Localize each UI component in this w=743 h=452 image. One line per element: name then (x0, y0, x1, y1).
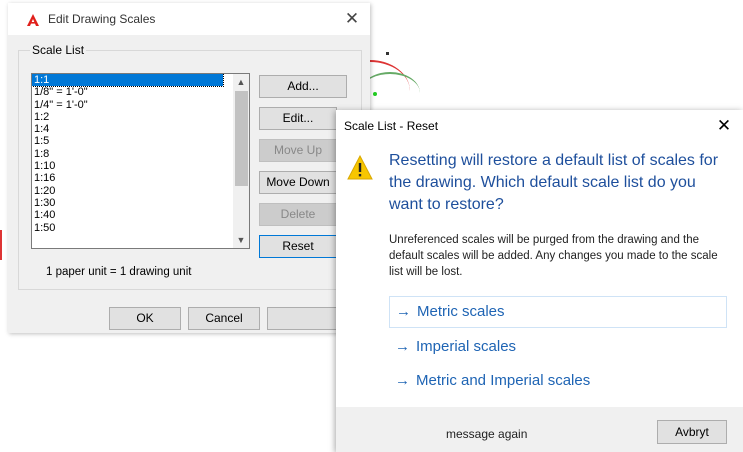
delete-button[interactable]: Delete (259, 203, 337, 226)
scale-list-item[interactable]: 1:20 (32, 185, 249, 197)
drawing-point (373, 92, 377, 96)
scale-list-item[interactable]: 1/8" = 1'-0" (32, 86, 249, 98)
arrow-right-icon: → (395, 338, 410, 355)
arrow-right-icon: → (395, 372, 410, 389)
scale-listbox[interactable]: 1:1 1/8" = 1'-0" 1/4" = 1'-0" 1:2 1:4 1:5 1:8 1… (31, 73, 250, 249)
scale-list-item[interactable]: 1:40 (32, 209, 249, 221)
drawing-point (386, 52, 389, 55)
scale-list-item[interactable]: 1:10 (32, 160, 249, 172)
scale-list-reset-dialog: Scale List - Reset ✕ Resetting will rest… (336, 110, 743, 452)
warning-icon (347, 155, 373, 180)
option-label: Metric scales (417, 303, 505, 320)
scale-list-item[interactable]: 1:1 (32, 74, 224, 88)
scale-list-item[interactable]: 1:8 (32, 148, 249, 160)
reset-heading: Resetting will restore a default list of… (389, 152, 719, 213)
move-up-button[interactable]: Move Up (259, 139, 337, 162)
arrow-right-icon: → (396, 303, 411, 320)
help-button[interactable] (267, 307, 339, 330)
title-bar: Edit Drawing Scales ✕ (8, 3, 370, 35)
scale-list-item[interactable]: 1:4 (32, 123, 249, 135)
scale-list-item[interactable]: 1:5 (32, 135, 249, 147)
imperial-scales-option[interactable]: → Imperial scales (389, 332, 725, 362)
group-label: Scale List (30, 43, 87, 57)
dialog-title: Edit Drawing Scales (48, 12, 156, 26)
scrollbar[interactable]: ▲ ▼ (233, 74, 249, 248)
autocad-logo-icon (26, 13, 40, 27)
dont-show-again-text: message again (446, 427, 528, 441)
chevron-down-icon[interactable]: ▼ (233, 232, 249, 248)
scale-list-item[interactable]: 1:16 (32, 172, 249, 184)
close-icon[interactable]: ✕ (714, 116, 734, 136)
reset-button[interactable]: Reset (259, 235, 337, 258)
edit-button[interactable]: Edit... (259, 107, 337, 130)
reset-description: Unreferenced scales will be purged from … (389, 234, 718, 278)
dialog-title: Scale List - Reset (344, 119, 439, 133)
option-label: Metric and Imperial scales (416, 372, 591, 389)
cancel-button[interactable]: Cancel (188, 307, 260, 330)
scale-list-item[interactable]: 1:30 (32, 197, 249, 209)
metric-and-imperial-scales-option[interactable]: → Metric and Imperial scales (389, 366, 725, 396)
scale-list-item[interactable]: 1:2 (32, 111, 249, 123)
add-button[interactable]: Add... (259, 75, 347, 98)
chevron-up-icon[interactable]: ▲ (233, 74, 249, 90)
ok-button[interactable]: OK (109, 307, 181, 330)
scrollbar-thumb[interactable] (235, 91, 248, 186)
scale-list-item[interactable]: 1/4" = 1'-0" (32, 99, 249, 111)
close-icon[interactable]: ✕ (342, 9, 362, 29)
scale-list-item[interactable]: 1:50 (32, 222, 249, 234)
move-down-button[interactable]: Move Down (259, 171, 337, 194)
metric-scales-option[interactable]: → Metric scales (389, 296, 727, 328)
cancel-button[interactable]: Avbryt (657, 420, 727, 444)
unit-ratio-text: 1 paper unit = 1 drawing unit (46, 266, 192, 278)
option-label: Imperial scales (416, 338, 517, 355)
